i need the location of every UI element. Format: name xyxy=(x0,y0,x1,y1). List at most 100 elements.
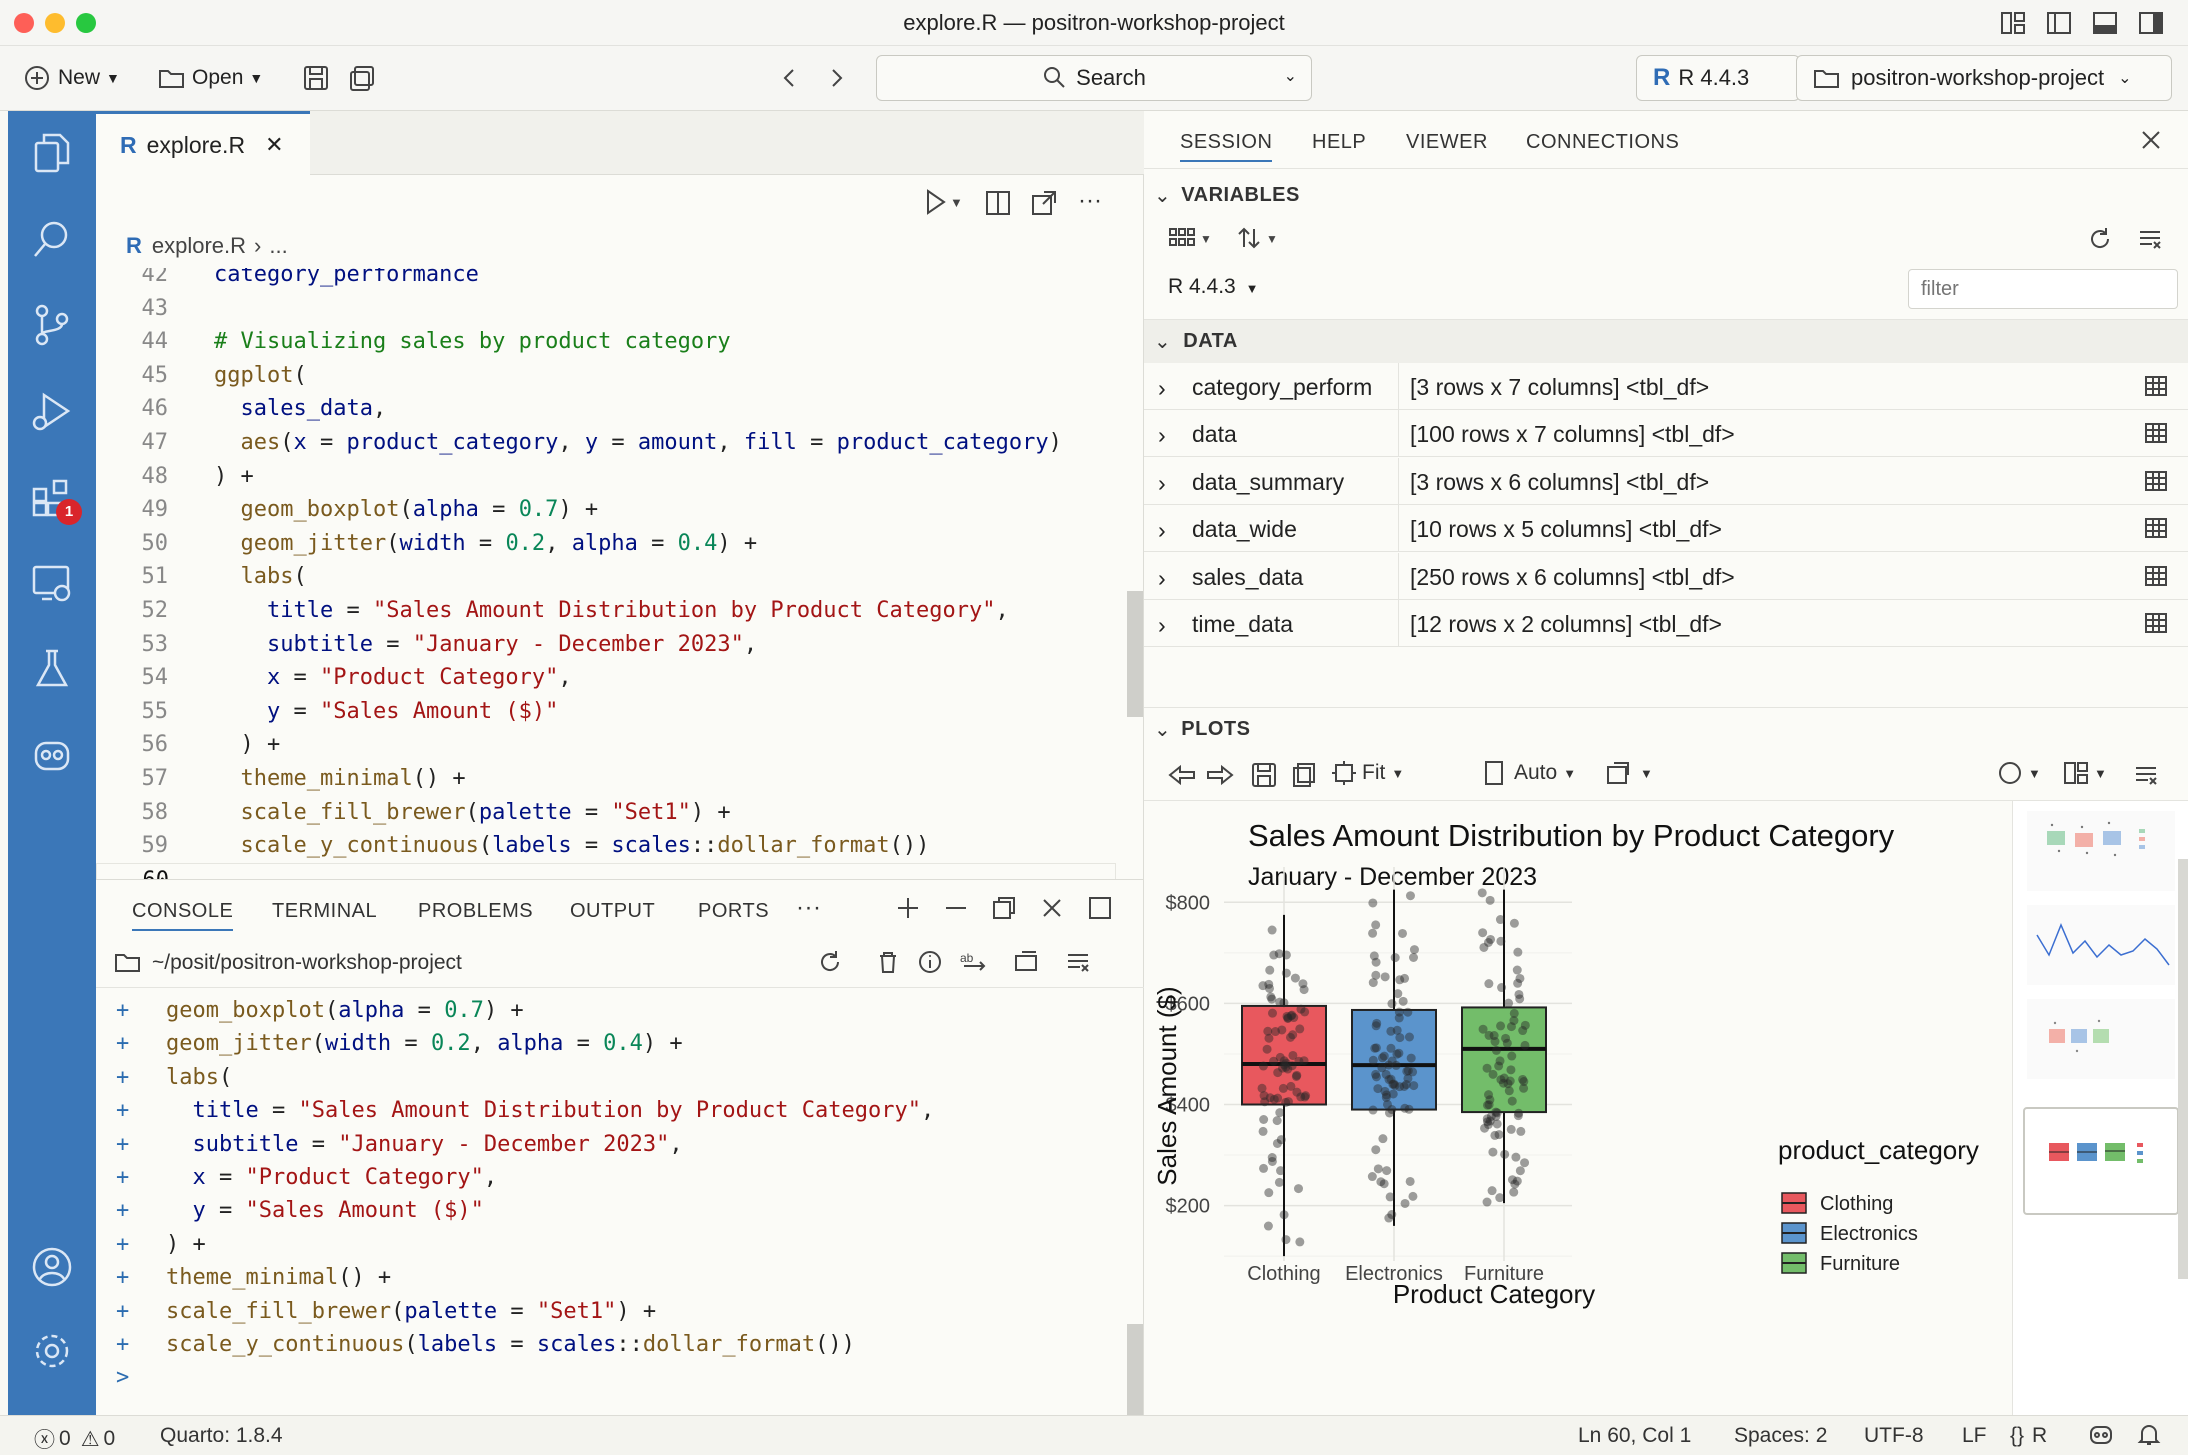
tab-connections[interactable]: CONNECTIONS xyxy=(1526,131,1679,154)
save-all-button[interactable] xyxy=(348,60,376,96)
tab-session[interactable]: SESSION xyxy=(1180,131,1273,162)
variable-row[interactable]: › time_data [12 rows x 2 columns] <tbl_df> xyxy=(1144,600,2188,647)
variable-row[interactable]: › data_summary [3 rows x 6 columns] <tbl_d… xyxy=(1144,457,2188,505)
chevron-right-icon[interactable]: › xyxy=(1158,422,1166,449)
account-icon[interactable] xyxy=(26,1241,78,1293)
clear-console-trash-icon[interactable] xyxy=(874,948,902,976)
grouping-dropdown[interactable]: ▼ xyxy=(1168,225,1214,251)
tab-problems[interactable]: PROBLEMS xyxy=(418,900,533,923)
breadcrumb-file[interactable]: explore.R xyxy=(152,233,246,259)
code-line[interactable]: 50 geom_jitter(width = 0.2, alpha = 0.4)… xyxy=(96,527,1116,560)
clear-plots-icon[interactable] xyxy=(2132,761,2160,789)
back-button[interactable] xyxy=(778,60,800,96)
remote-explorer-icon[interactable] xyxy=(26,557,78,609)
quarto-version[interactable]: Quarto: 1.8.4 xyxy=(160,1424,283,1448)
code-line[interactable]: 49 geom_boxplot(alpha = 0.7) + xyxy=(96,493,1116,526)
variable-row[interactable]: › data_wide [10 rows x 5 columns] <tbl_df> xyxy=(1144,505,2188,553)
search-box[interactable]: Search ⌄ xyxy=(876,55,1312,101)
code-line[interactable]: 51 labs( xyxy=(96,560,1116,593)
variable-row[interactable]: › category_perform [3 rows x 7 columns] <t… xyxy=(1144,363,2188,410)
language-mode[interactable]: {} R xyxy=(2010,1424,2047,1448)
explorer-icon[interactable] xyxy=(26,127,78,179)
editor-scrollbar[interactable] xyxy=(1127,591,1143,717)
tab-terminal[interactable]: TERMINAL xyxy=(272,900,377,923)
view-data-grid-icon[interactable] xyxy=(2144,612,2168,634)
encoding[interactable]: UTF-8 xyxy=(1864,1424,1924,1448)
close-tab-icon[interactable]: ✕ xyxy=(265,132,283,158)
clear-all-icon[interactable] xyxy=(1064,948,1092,976)
code-line[interactable]: 60 xyxy=(96,862,1116,879)
cursor-position[interactable]: Ln 60, Col 1 xyxy=(1578,1424,1691,1448)
code-line[interactable]: 54 x = "Product Category", xyxy=(96,661,1116,694)
dark-mode-dropdown[interactable]: ▼ xyxy=(1996,759,2041,787)
code-line[interactable]: 59 scale_y_continuous(labels = scales::d… xyxy=(96,829,1116,862)
code-line[interactable]: 55 y = "Sales Amount ($)" xyxy=(96,695,1116,728)
breadcrumb-rest[interactable]: ... xyxy=(269,233,287,259)
close-pane-icon[interactable] xyxy=(2138,127,2164,153)
code-line[interactable]: 47 aes(x = product_category, y = amount,… xyxy=(96,426,1116,459)
extensions-icon[interactable]: 1 xyxy=(26,471,82,525)
code-line[interactable]: 56 ) + xyxy=(96,728,1116,761)
restore-panel-icon[interactable] xyxy=(990,894,1018,922)
source-control-icon[interactable] xyxy=(26,299,78,351)
r-session-selector[interactable]: R 4.4.3 ▼ xyxy=(1168,275,1258,299)
code-line[interactable]: 45 ggplot( xyxy=(96,359,1116,392)
new-button[interactable]: New ▼ xyxy=(24,60,120,96)
plot-thumbnail-2[interactable] xyxy=(2027,905,2175,985)
restart-session-icon[interactable] xyxy=(816,948,844,976)
code-area[interactable]: 42 category_performance 43 44 # Visualizing … xyxy=(96,268,1116,879)
save-plot-icon[interactable] xyxy=(1250,761,1278,789)
more-actions-icon[interactable]: ··· xyxy=(1078,187,1102,215)
plot-thumbnail-3[interactable] xyxy=(2027,999,2175,1079)
sort-dropdown[interactable]: ▼ xyxy=(1236,225,1282,251)
tab-ports[interactable]: PORTS xyxy=(698,900,769,923)
refresh-variables-icon[interactable] xyxy=(2086,225,2114,253)
variables-section-header[interactable]: ⌄ VARIABLES xyxy=(1144,173,2188,217)
next-plot-icon[interactable] xyxy=(1204,761,1236,789)
assistant-icon[interactable] xyxy=(26,729,78,781)
code-line[interactable]: 58 scale_fill_brewer(palette = "Set1") + xyxy=(96,796,1116,829)
line-ending[interactable]: LF xyxy=(1962,1424,1987,1448)
code-line[interactable]: 53 subtitle = "January - December 2023", xyxy=(96,628,1116,661)
toggle-secondary-sidebar-icon[interactable] xyxy=(2138,10,2164,36)
split-editor-icon[interactable] xyxy=(984,189,1012,217)
plot-thumbnail-4-selected[interactable] xyxy=(2023,1107,2179,1215)
view-data-grid-icon[interactable] xyxy=(2144,565,2168,587)
indentation[interactable]: Spaces: 2 xyxy=(1734,1424,1827,1448)
view-data-grid-icon[interactable] xyxy=(2144,375,2168,397)
search-icon[interactable] xyxy=(26,213,78,265)
tab-output[interactable]: OUTPUT xyxy=(570,900,655,923)
view-data-grid-icon[interactable] xyxy=(2144,470,2168,492)
variable-row[interactable]: › sales_data [250 rows x 6 columns] <tbl_d… xyxy=(1144,552,2188,600)
code-line[interactable]: 46 sales_data, xyxy=(96,392,1116,425)
maximize-panel-icon[interactable] xyxy=(1086,894,1114,922)
toggle-sidebar-icon[interactable] xyxy=(2046,10,2072,36)
toggle-trace-icon[interactable]: ab xyxy=(958,948,988,976)
chevron-right-icon[interactable]: › xyxy=(1158,470,1166,497)
filter-input[interactable] xyxy=(1908,269,2178,309)
code-line[interactable]: 44 # Visualizing sales by product categor… xyxy=(96,325,1116,358)
chevron-right-icon[interactable]: › xyxy=(1158,517,1166,544)
project-button[interactable]: positron-workshop-project ⌄ xyxy=(1796,55,2172,101)
variable-row[interactable]: › data [100 rows x 7 columns] <tbl_df> xyxy=(1144,410,2188,458)
history-layout-dropdown[interactable]: ▼ xyxy=(2062,759,2107,787)
history-scrollbar[interactable] xyxy=(2178,859,2188,1279)
console-scrollbar[interactable] xyxy=(1127,1324,1143,1416)
copy-plot-icon[interactable] xyxy=(1290,761,1318,789)
close-panel-icon[interactable] xyxy=(1038,894,1066,922)
info-icon[interactable] xyxy=(916,948,944,976)
testing-icon[interactable] xyxy=(26,643,78,695)
tab-console[interactable]: CONSOLE xyxy=(132,900,234,931)
open-button[interactable]: Open ▼ xyxy=(158,60,263,96)
sizing-policy-dropdown[interactable]: Fit ▼ xyxy=(1330,759,1404,787)
open-in-editor-icon[interactable] xyxy=(1012,948,1040,976)
code-line[interactable]: 42 category_performance xyxy=(96,268,1116,291)
problems-indicator[interactable]: ⓧ 0 ⚠ 0 xyxy=(34,1424,115,1454)
more-tabs-icon[interactable]: ··· xyxy=(796,894,821,922)
code-line[interactable]: 52 title = "Sales Amount Distribution by… xyxy=(96,594,1116,627)
tab-help[interactable]: HELP xyxy=(1312,131,1366,154)
r-interpreter-button[interactable]: R R 4.4.3 xyxy=(1636,55,1800,101)
chevron-right-icon[interactable]: › xyxy=(1158,612,1166,639)
editor-tab-explore[interactable]: R explore.R ✕ xyxy=(96,111,310,176)
toggle-panel-icon[interactable] xyxy=(2092,10,2118,36)
